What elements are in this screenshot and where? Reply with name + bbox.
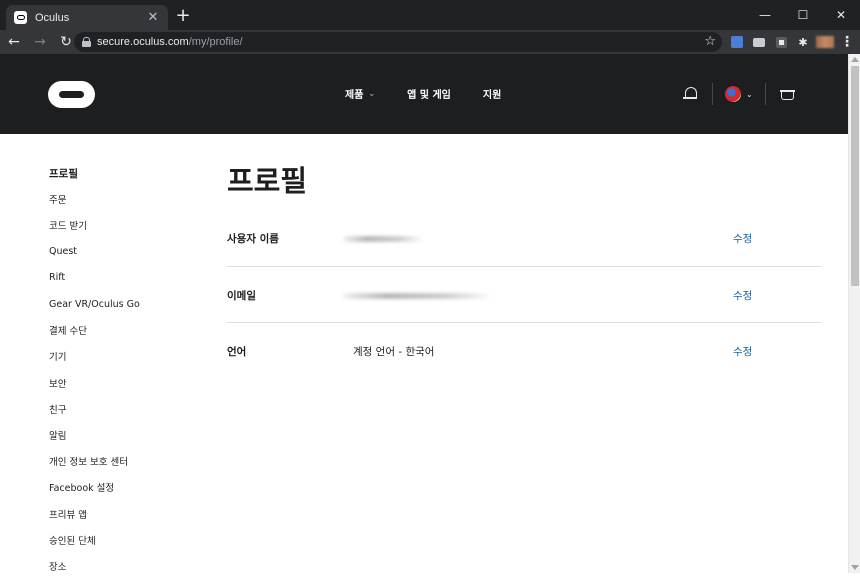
row-label: 이메일 xyxy=(227,289,256,302)
extensions-area: ✱ ⋮ xyxy=(728,33,856,51)
square-extension-icon[interactable] xyxy=(772,33,790,51)
nav-products-label: 제품 xyxy=(345,90,364,101)
row-label: 사용자 이름 xyxy=(227,233,279,245)
sidebar-item-preview-apps[interactable]: 프리뷰 앱 xyxy=(49,500,199,526)
translate-extension-icon[interactable] xyxy=(728,33,746,51)
redacted-username xyxy=(343,236,423,242)
puzzle-extensions-icon[interactable]: ✱ xyxy=(794,33,812,51)
profile-row-username: 사용자 이름 수정 xyxy=(227,210,821,267)
nav-support[interactable]: 지원 xyxy=(483,86,501,101)
forward-button[interactable]: → xyxy=(28,30,52,54)
sidebar-item-privacy-center[interactable]: 개인 정보 보호 센터 xyxy=(49,448,199,474)
main-nav: 제품 ⌄ 앱 및 게임 지원 xyxy=(345,86,533,101)
maximize-button[interactable]: ☐ xyxy=(784,0,822,30)
browser-tab[interactable]: Oculus ✕ xyxy=(6,5,168,30)
address-bar[interactable]: secure.oculus.com/my/profile/ ☆ xyxy=(74,32,722,52)
url-path: /my/profile/ xyxy=(188,36,243,48)
browser-menu-icon[interactable]: ⋮ xyxy=(838,33,856,51)
browser-titlebar: Oculus ✕ + — ☐ ✕ xyxy=(0,0,860,30)
sidebar-item-rift[interactable]: Rift xyxy=(49,265,199,291)
edit-email-link[interactable]: 수정 xyxy=(733,288,752,303)
browser-toolbar: ← → ↻ secure.oculus.com/my/profile/ ☆ ✱ … xyxy=(0,30,860,54)
language-value: 계정 언어 - 한국어 xyxy=(353,346,435,358)
sidebar-item-payment-methods[interactable]: 결제 수단 xyxy=(49,317,199,343)
bookmark-star-icon[interactable]: ☆ xyxy=(704,34,716,49)
divider xyxy=(712,83,713,105)
window-controls: — ☐ ✕ xyxy=(746,0,860,30)
site-header: 제품 ⌄ 앱 및 게임 지원 ⌄ xyxy=(0,54,848,134)
sidebar-item-redeem-code[interactable]: 코드 받기 xyxy=(49,212,199,238)
profile-avatar-icon[interactable] xyxy=(816,33,834,51)
profile-row-language: 언어 계정 언어 - 한국어 수정 xyxy=(227,323,821,380)
edit-username-link[interactable]: 수정 xyxy=(733,231,752,246)
sidebar-item-facebook-settings[interactable]: Facebook 설정 xyxy=(49,474,199,500)
sidebar-item-authorized-orgs[interactable]: 승인된 단체 xyxy=(49,527,199,553)
sidebar-item-security[interactable]: 보안 xyxy=(49,370,199,396)
new-tab-button[interactable]: + xyxy=(173,5,193,27)
tab-close-icon[interactable]: ✕ xyxy=(146,10,160,25)
sidebar-item-places[interactable]: 장소 xyxy=(49,553,199,579)
divider xyxy=(764,83,766,105)
bell-icon[interactable] xyxy=(680,84,700,104)
profile-row-email: 이메일 수정 xyxy=(227,267,821,323)
account-sidebar: 프로필 주문 코드 받기 Quest Rift Gear VR/Oculus G… xyxy=(49,160,199,579)
scroll-up-icon[interactable] xyxy=(851,57,859,62)
nav-apps-games[interactable]: 앱 및 게임 xyxy=(407,86,451,101)
sidebar-item-orders[interactable]: 주문 xyxy=(49,186,199,212)
scroll-thumb[interactable] xyxy=(851,66,859,286)
page-scrollbar[interactable] xyxy=(848,54,860,573)
url-host: secure.oculus.com xyxy=(97,36,189,48)
oculus-logo-icon[interactable] xyxy=(48,81,95,108)
sidebar-item-friends[interactable]: 친구 xyxy=(49,396,199,422)
sidebar-item-devices[interactable]: 기기 xyxy=(49,343,199,369)
edit-language-link[interactable]: 수정 xyxy=(733,344,752,359)
scroll-down-icon[interactable] xyxy=(851,565,859,570)
page-title: 프로필 xyxy=(227,164,308,198)
camera-extension-icon[interactable] xyxy=(750,33,768,51)
nav-products[interactable]: 제품 ⌄ xyxy=(345,86,375,101)
sidebar-item-quest[interactable]: Quest xyxy=(49,239,199,265)
close-window-button[interactable]: ✕ xyxy=(822,0,860,30)
sidebar-item-profile[interactable]: 프로필 xyxy=(49,160,199,186)
profile-settings-list: 사용자 이름 수정 이메일 수정 언어 계정 언어 - 한국어 수정 xyxy=(227,210,821,380)
avatar[interactable] xyxy=(725,86,741,102)
row-label: 언어 xyxy=(227,346,247,358)
redacted-email xyxy=(343,292,491,299)
sidebar-item-gear-vr-go[interactable]: Gear VR/Oculus Go xyxy=(49,291,199,317)
chevron-down-icon: ⌄ xyxy=(368,89,376,98)
sidebar-item-notifications[interactable]: 알림 xyxy=(49,422,199,448)
header-icons: ⌄ xyxy=(680,82,796,106)
back-button[interactable]: ← xyxy=(2,30,26,54)
minimize-button[interactable]: — xyxy=(746,0,784,30)
cart-icon[interactable] xyxy=(779,87,796,101)
oculus-favicon-icon xyxy=(14,11,27,24)
chevron-down-icon[interactable]: ⌄ xyxy=(746,90,753,99)
lock-icon[interactable] xyxy=(82,37,91,47)
tab-title: Oculus xyxy=(35,11,70,24)
